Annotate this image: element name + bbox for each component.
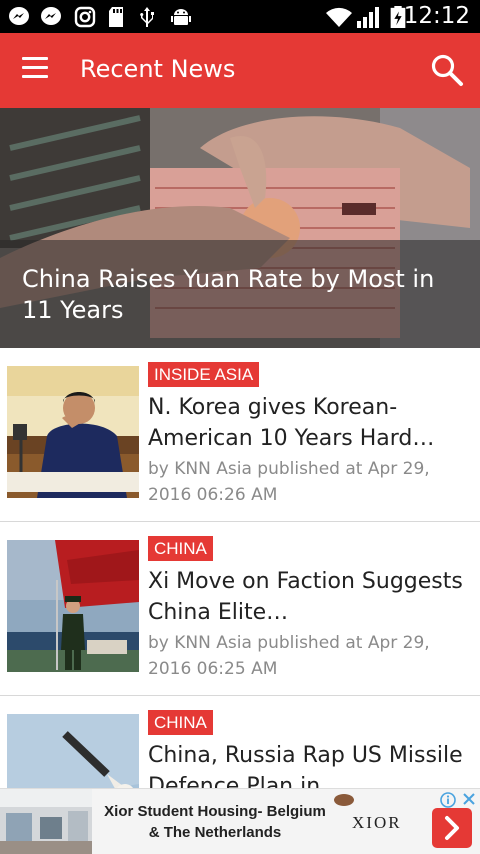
usb-icon [140, 7, 154, 27]
messenger-icon [41, 7, 61, 25]
status-time: 12:12 [403, 3, 470, 29]
messenger-icon [9, 7, 29, 25]
category-badge[interactable]: CHINA [148, 710, 213, 735]
app-bar: Recent News [0, 33, 480, 108]
sd-card-icon [109, 7, 123, 27]
android-debug-icon [171, 9, 191, 25]
article-meta: by KNN Asia published at Apr 29, 2016 06… [148, 633, 430, 679]
close-icon[interactable] [462, 792, 476, 806]
hamburger-menu-icon[interactable] [22, 57, 52, 83]
article-title[interactable]: Xi Move on Faction Suggests China Elite… [148, 566, 470, 628]
wifi-icon [326, 7, 352, 28]
status-bar: 12:12 [0, 0, 480, 33]
article-thumbnail [7, 366, 139, 498]
article-thumbnail [7, 540, 139, 672]
ad-banner[interactable]: Xior Student Housing- Belgium & The Neth… [0, 788, 480, 854]
signal-icon [357, 7, 379, 28]
instagram-icon [74, 6, 96, 28]
ad-image [0, 789, 92, 854]
ad-decoration-icon [334, 794, 354, 806]
list-item[interactable]: INSIDE ASIA N. Korea gives Korean-Americ… [0, 348, 480, 522]
page-title: Recent News [80, 55, 236, 83]
ad-logo: XIOR [352, 813, 402, 832]
article-meta: by KNN Asia published at Apr 29, 2016 06… [148, 459, 430, 505]
search-icon[interactable] [430, 53, 464, 87]
chevron-right-icon [445, 816, 459, 840]
list-item[interactable]: CHINA Xi Move on Faction Suggests China … [0, 522, 480, 696]
featured-article[interactable]: China Raises Yuan Rate by Most in 11 Yea… [0, 108, 480, 348]
ad-text[interactable]: Xior Student Housing- Belgium & The Neth… [100, 801, 330, 843]
featured-article-title[interactable]: China Raises Yuan Rate by Most in 11 Yea… [22, 264, 462, 326]
category-badge[interactable]: INSIDE ASIA [148, 362, 260, 387]
article-title[interactable]: N. Korea gives Korean-American 10 Years … [148, 392, 470, 454]
category-badge[interactable]: CHINA [148, 536, 213, 561]
ad-open-button[interactable] [432, 808, 472, 848]
ad-info-icon[interactable] [440, 792, 456, 808]
